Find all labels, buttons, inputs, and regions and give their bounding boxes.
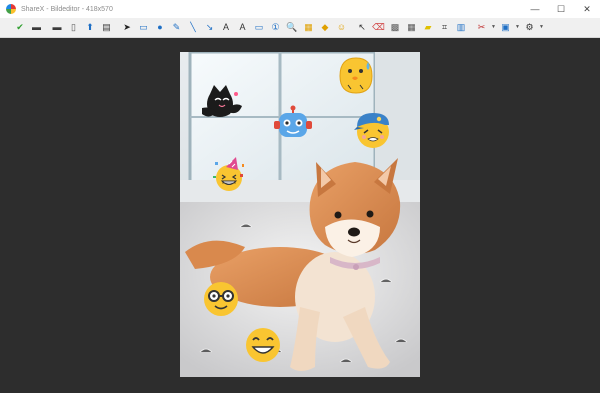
image-options-icon[interactable]: ▣ <box>498 20 514 36</box>
save-as-icon[interactable]: ▬ <box>49 20 65 36</box>
smart-eraser-icon[interactable]: ⌫ <box>371 20 387 36</box>
crop-icon[interactable]: ⌗ <box>437 20 453 36</box>
rectangle-icon[interactable]: ▭ <box>136 20 152 36</box>
editor-canvas[interactable] <box>0 39 600 393</box>
party-smiley-sticker[interactable] <box>212 156 248 192</box>
settings-gear-icon[interactable]: ⚙ <box>522 20 538 36</box>
sharex-app-icon <box>6 4 16 14</box>
pixelate-icon[interactable]: ▦ <box>404 20 420 36</box>
window-controls: — ☐ ✕ <box>522 0 600 18</box>
text-background-icon[interactable]: A <box>235 20 251 36</box>
maximize-button[interactable]: ☐ <box>548 0 574 18</box>
grinning-smiley-sticker[interactable] <box>244 326 282 364</box>
magnify-icon[interactable]: 🔍 <box>284 20 300 36</box>
cursor-tool-icon[interactable]: ↖ <box>354 20 370 36</box>
sticker-icon[interactable]: ◆ <box>317 20 333 36</box>
arrow-icon[interactable]: ↘ <box>202 20 218 36</box>
freehand-icon[interactable]: ✎ <box>169 20 185 36</box>
cut-out-icon[interactable]: ▥ <box>453 20 469 36</box>
line-icon[interactable]: ╲ <box>185 20 201 36</box>
robot-sticker[interactable] <box>274 105 312 141</box>
speech-balloon-icon[interactable]: ▭ <box>251 20 267 36</box>
cap-smiley-sticker[interactable] <box>354 110 392 150</box>
blur-icon[interactable]: ▩ <box>387 20 403 36</box>
minimize-button[interactable]: — <box>522 0 548 18</box>
select-cursor-icon[interactable]: ➤ <box>119 20 135 36</box>
close-button[interactable]: ✕ <box>574 0 600 18</box>
text-outline-icon[interactable]: A <box>218 20 234 36</box>
image-file-icon[interactable]: ▦ <box>301 20 317 36</box>
chevron-down-icon[interactable]: ▼ <box>538 20 545 36</box>
edited-image[interactable] <box>180 52 420 377</box>
emoji-icon[interactable]: ☺ <box>334 20 350 36</box>
sweating-chick-sticker[interactable] <box>334 56 374 96</box>
upload-icon[interactable]: ⬆ <box>82 20 98 36</box>
print-icon[interactable]: ▤ <box>99 20 115 36</box>
chevron-down-icon[interactable]: ▼ <box>514 20 521 36</box>
highlight-icon[interactable]: ▰ <box>420 20 436 36</box>
window-title: ShareX - Bildeditor - 418x570 <box>21 5 113 13</box>
chevron-down-icon[interactable]: ▼ <box>490 20 497 36</box>
save-icon[interactable]: ▬ <box>29 20 45 36</box>
confirm-check-icon[interactable]: ✔ <box>12 20 28 36</box>
window-titlebar: ShareX - Bildeditor - 418x570 — ☐ ✕ <box>0 0 600 18</box>
editor-toolbar: ✔ ▬ ▬ ▯ ⬆ ▤ ➤ ▭ ● ✎ ╲ ↘ A A ▭ ① 🔍 ▦ ◆ ☺ ↖ ⌫ ▩ ▦ ▰ ⌗ ▥ ✂ ▼ ▣ ▼ ⚙ ▼ <box>0 18 600 38</box>
nerd-glasses-smiley-sticker[interactable] <box>202 280 240 318</box>
copy-icon[interactable]: ▯ <box>66 20 82 36</box>
edit-tools-icon[interactable]: ✂ <box>474 20 490 36</box>
step-number-icon[interactable]: ① <box>268 20 284 36</box>
ellipse-icon[interactable]: ● <box>152 20 168 36</box>
black-cat-hug-sticker[interactable] <box>202 84 242 122</box>
